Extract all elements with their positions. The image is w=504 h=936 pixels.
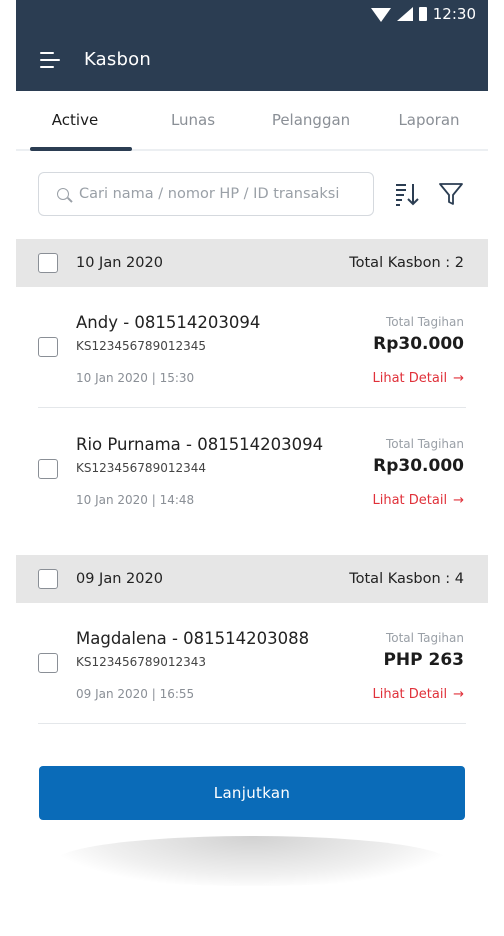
search-box[interactable]	[38, 172, 374, 216]
filter-icon	[439, 183, 463, 205]
group-header: 10 Jan 2020 Total Kasbon : 2	[16, 239, 488, 287]
item-datetime: 10 Jan 2020 | 15:30	[76, 371, 195, 385]
item-detail-link[interactable]: Lihat Detail →	[373, 493, 465, 508]
wifi-icon	[370, 8, 391, 22]
sort-icon	[396, 184, 419, 206]
item-total-label: Total Tagihan	[385, 631, 464, 645]
battery-icon	[418, 7, 427, 21]
group-header: 09 Jan 2020 Total Kasbon : 4	[16, 555, 488, 603]
arrow-right-icon: →	[453, 687, 464, 702]
item-name: Magdalena - 081514203088	[76, 629, 310, 648]
search-row	[38, 172, 468, 216]
app-bar: Kasbon	[16, 28, 488, 91]
tab-laporan[interactable]: Laporan	[370, 91, 488, 149]
phone-screen: 12:30 Kasbon Active Lunas Pelanggan Lapo…	[16, 0, 488, 936]
group-checkbox[interactable]	[38, 569, 58, 589]
item-name: Rio Purnama - 081514203094	[76, 435, 324, 454]
group-total: Total Kasbon : 4	[349, 571, 464, 587]
group-date: 10 Jan 2020	[76, 255, 163, 271]
arrow-right-icon: →	[453, 371, 464, 386]
menu-icon[interactable]	[40, 51, 62, 68]
item-detail-link[interactable]: Lihat Detail →	[373, 687, 465, 702]
button-shadow	[56, 836, 448, 886]
detail-label: Lihat Detail	[372, 371, 448, 386]
list-item[interactable]: Magdalena - 081514203088 KS1234567890123…	[38, 603, 466, 721]
item-datetime: 10 Jan 2020 | 14:48	[76, 493, 195, 507]
item-detail-link[interactable]: Lihat Detail →	[373, 371, 465, 386]
tab-active[interactable]: Active	[16, 91, 134, 151]
item-total-label: Total Tagihan	[385, 437, 464, 451]
divider	[38, 407, 466, 408]
tab-bar: Active Lunas Pelanggan Laporan	[16, 91, 488, 151]
group-checkbox[interactable]	[38, 253, 58, 273]
group-total: Total Kasbon : 2	[349, 255, 464, 271]
signal-icon	[396, 7, 413, 21]
continue-button[interactable]: Lanjutkan	[39, 766, 465, 820]
list-item[interactable]: Rio Purnama - 081514203094 KS12345678901…	[38, 409, 466, 527]
item-transaction-id: KS123456789012345	[76, 339, 207, 353]
tab-pelanggan[interactable]: Pelanggan	[252, 91, 370, 149]
item-amount: PHP 263	[383, 650, 464, 670]
search-icon	[57, 188, 69, 200]
item-total-label: Total Tagihan	[385, 315, 464, 329]
item-amount: Rp30.000	[373, 334, 464, 354]
tab-lunas[interactable]: Lunas	[134, 91, 252, 149]
group-date: 09 Jan 2020	[76, 571, 163, 587]
item-name: Andy - 081514203094	[76, 313, 261, 332]
item-checkbox[interactable]	[38, 653, 58, 673]
item-transaction-id: KS123456789012343	[76, 655, 207, 669]
item-transaction-id: KS123456789012344	[76, 461, 207, 475]
item-checkbox[interactable]	[38, 337, 58, 357]
sort-button[interactable]	[392, 179, 422, 209]
arrow-right-icon: →	[453, 493, 464, 508]
item-amount: Rp30.000	[373, 456, 464, 476]
divider	[38, 723, 466, 724]
list-item[interactable]: Andy - 081514203094 KS123456789012345 10…	[38, 287, 466, 405]
status-time: 12:30	[432, 5, 476, 23]
item-datetime: 09 Jan 2020 | 16:55	[76, 687, 195, 701]
status-bar: 12:30	[16, 0, 488, 28]
app-title: Kasbon	[84, 49, 151, 70]
search-input[interactable]	[79, 186, 359, 202]
detail-label: Lihat Detail	[372, 493, 448, 508]
filter-button[interactable]	[436, 179, 466, 209]
item-checkbox[interactable]	[38, 459, 58, 479]
detail-label: Lihat Detail	[372, 687, 448, 702]
